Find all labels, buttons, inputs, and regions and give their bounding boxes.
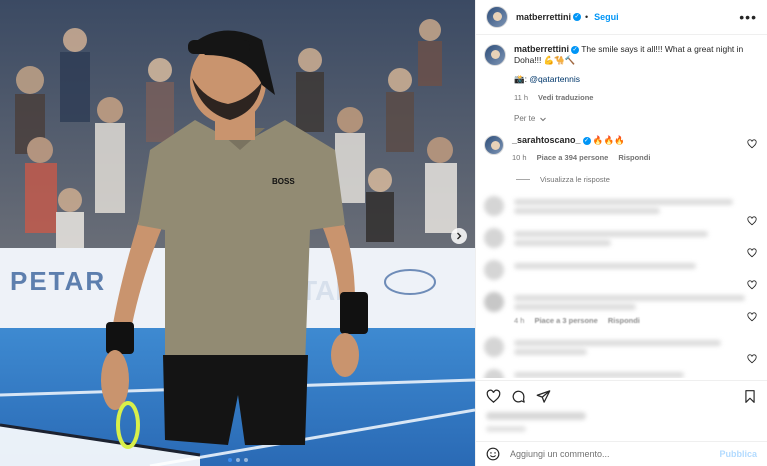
verified-icon: ✓: [571, 45, 580, 54]
comment-text: 🔥🔥🔥: [592, 135, 625, 145]
post-time: 11 h: [514, 93, 529, 102]
publish-button[interactable]: Pubblica: [719, 449, 757, 459]
tag-link[interactable]: @qatartennis: [529, 74, 580, 84]
blurred-comment: [484, 337, 757, 357]
shirt-logo: BOSS: [272, 177, 295, 186]
comments-list[interactable]: matberrettini ✓ The smile says it all!!! …: [476, 36, 767, 378]
blurred-comments: 4 h Piace a 3 persone Rispondi: [484, 196, 757, 378]
translate-link[interactable]: Vedi traduzione: [538, 93, 593, 102]
reply-button: Rispondi: [607, 316, 640, 325]
blurred-comment: [484, 228, 757, 248]
blurred-comment: [484, 292, 757, 312]
bookmark-icon[interactable]: [743, 389, 757, 404]
comment-likes[interactable]: Piace a 394 persone: [537, 152, 609, 163]
commenter-username[interactable]: _sarahtoscano_: [512, 135, 581, 145]
caption-username[interactable]: matberrettini: [514, 44, 569, 54]
like-icon[interactable]: [486, 389, 501, 404]
photo-credit: 📸: @qatartennis: [514, 74, 744, 85]
commenter-avatar[interactable]: [484, 135, 504, 155]
comment-time: 4 h: [514, 316, 525, 325]
blurred-comment: [484, 196, 757, 216]
like-icon[interactable]: [747, 280, 757, 290]
blurred-comment-meta: 4 h Piace a 3 persone Rispondi: [514, 316, 757, 325]
post-date-blurred: [486, 426, 526, 432]
post-actions: [476, 380, 767, 438]
follow-button[interactable]: Segui: [594, 12, 619, 22]
tennis-player-photo: PETAR TAR BOSS: [0, 0, 475, 466]
author-avatar[interactable]: [484, 44, 506, 66]
chevron-down-icon: [540, 117, 547, 121]
comment-icon[interactable]: [511, 389, 526, 404]
carousel-dot: [227, 458, 232, 462]
divider-line: [516, 179, 530, 180]
comment-input[interactable]: [510, 449, 710, 459]
share-icon[interactable]: [536, 389, 551, 404]
next-photo-button[interactable]: [451, 228, 467, 244]
reply-button[interactable]: Rispondi: [618, 152, 650, 163]
like-icon[interactable]: [747, 216, 757, 226]
comment-meta: 10 h Piace a 394 persone Rispondi: [512, 152, 757, 163]
carousel-dot: [243, 458, 248, 462]
view-replies-button[interactable]: Visualizza le risposte: [516, 175, 757, 184]
likes-count-blurred: [486, 412, 586, 420]
post-caption: matberrettini ✓ The smile says it all!!! …: [484, 44, 757, 102]
like-icon[interactable]: [747, 139, 757, 149]
post-details-panel: matberrettini ✓ • Segui ••• matberrettin…: [475, 0, 767, 466]
comment-time: 10 h: [512, 153, 527, 162]
comment-sort[interactable]: Per te: [484, 114, 757, 123]
chevron-right-icon: [457, 232, 462, 240]
comment-item: _sarahtoscano_ ✓ 🔥🔥🔥 10 h Piace a 394 per…: [484, 135, 757, 163]
verified-icon: ✓: [573, 13, 582, 21]
like-icon[interactable]: [747, 248, 757, 258]
sort-label: Per te: [514, 114, 536, 123]
like-icon[interactable]: [747, 312, 757, 322]
more-options-icon[interactable]: •••: [739, 9, 757, 25]
author-avatar[interactable]: [486, 6, 508, 28]
post-photo: PETAR TAR BOSS: [0, 0, 475, 466]
carousel-dot: [235, 458, 240, 462]
carousel-dots: [0, 458, 475, 462]
separator: •: [585, 12, 589, 22]
blurred-comment: [484, 369, 757, 378]
blurred-comment: [484, 260, 757, 280]
comment-likes: Piace a 3 persone: [534, 316, 598, 325]
author-username[interactable]: matberrettini: [516, 12, 571, 22]
comment-composer: Pubblica: [476, 441, 767, 466]
caption-meta: 11 h Vedi traduzione: [514, 93, 744, 102]
banner-text: PETAR: [10, 266, 106, 296]
verified-icon: ✓: [582, 136, 591, 145]
post-header: matberrettini ✓ • Segui •••: [476, 0, 767, 35]
camera-emoji: 📸:: [514, 74, 527, 84]
like-icon[interactable]: [747, 354, 757, 364]
view-replies-label: Visualizza le risposte: [540, 175, 610, 184]
emoji-icon[interactable]: [486, 447, 500, 461]
